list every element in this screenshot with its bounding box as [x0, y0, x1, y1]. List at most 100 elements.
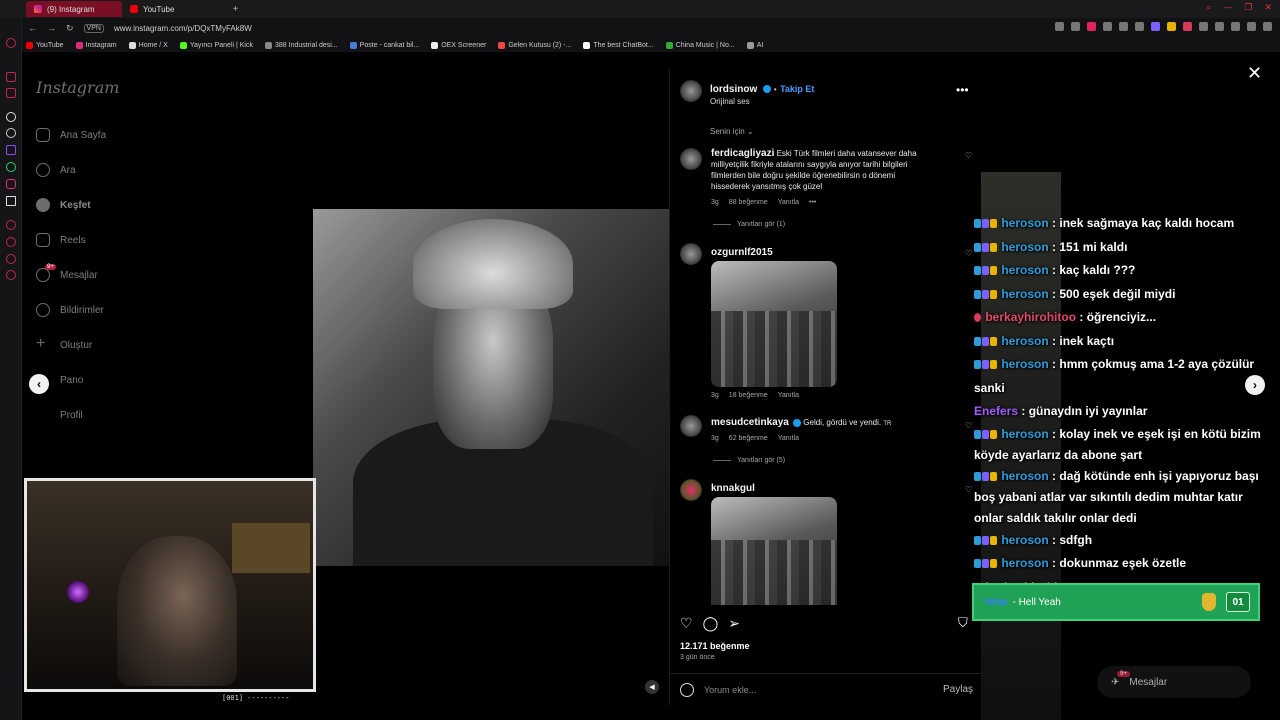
author-avatar[interactable] [680, 80, 702, 102]
whatsapp-icon[interactable] [6, 162, 16, 172]
reload-icon[interactable]: ↻ [66, 23, 74, 34]
comment-avatar[interactable] [680, 415, 702, 437]
bookmark-item[interactable]: Yayıncı Paneli | Kick [179, 41, 253, 49]
aria-icon[interactable] [6, 112, 16, 122]
comment-options-icon[interactable]: ••• [809, 199, 816, 206]
sort-dropdown[interactable]: Senin için ⌄ [710, 127, 754, 136]
extension-icon[interactable] [1087, 22, 1096, 31]
post-comment-button[interactable]: Paylaş [943, 684, 973, 695]
audio-label[interactable]: Orijinal ses [710, 97, 814, 106]
like-comment-icon[interactable]: ♡ [965, 421, 972, 430]
bookmark-item[interactable]: 388 Industrial desi... [265, 41, 338, 49]
comment-input[interactable] [704, 684, 943, 695]
chat-username[interactable]: Enefers [974, 404, 1018, 418]
tab-youtube[interactable]: YouTube [122, 1, 182, 17]
sidebar-item-messages[interactable]: 9+ Mesajlar [36, 264, 98, 282]
extension-icon[interactable] [1071, 22, 1080, 31]
download-icon[interactable] [1231, 22, 1240, 31]
comment-username[interactable]: mesudcetinkaya [711, 417, 789, 428]
view-replies[interactable]: Yanıtları gör (1) [713, 221, 785, 228]
comment-username[interactable]: knnakgul [711, 483, 755, 494]
extension-icon[interactable] [1103, 22, 1112, 31]
chat-username[interactable]: heroson [1001, 469, 1048, 483]
instagram-logo[interactable]: Instagram [36, 78, 119, 97]
chat-username[interactable]: heroson [1001, 287, 1048, 301]
extension-icon[interactable] [1215, 22, 1224, 31]
save-icon[interactable]: ⛉ [958, 615, 968, 631]
close-window-icon[interactable]: ✕ [1264, 2, 1272, 13]
extension-icon[interactable] [1151, 22, 1160, 31]
share-icon[interactable]: ➢ [728, 615, 740, 632]
extension-icon[interactable] [1119, 22, 1128, 31]
sidebar-app-icon[interactable] [6, 38, 16, 48]
search-tabs-icon[interactable]: ⌕ [1206, 2, 1211, 13]
sidebar-item-notifications[interactable]: Bildirimler [36, 303, 104, 317]
like-icon[interactable]: ♡ [680, 615, 693, 632]
easy-setup-icon[interactable] [1247, 22, 1256, 31]
new-tab-button[interactable]: + [232, 4, 238, 15]
emoji-icon[interactable] [680, 682, 694, 697]
vpn-badge[interactable]: VPN [83, 23, 104, 33]
clock-icon[interactable] [6, 237, 16, 247]
extension-icon[interactable] [1183, 22, 1192, 31]
comment-icon[interactable]: ◯ [703, 615, 719, 632]
bookmark-item[interactable]: Gelen Kutusu (2) -... [498, 41, 571, 49]
sidebar-app-icon[interactable] [6, 88, 16, 98]
bookmark-item[interactable]: Home / X [128, 41, 168, 49]
chat-username[interactable]: berkayhirohitoo [985, 310, 1076, 324]
sidebar-item-create[interactable]: + Oluştur [36, 336, 92, 352]
comment-username[interactable]: ozgurnlf2015 [711, 247, 773, 258]
extension-icon[interactable] [1135, 22, 1144, 31]
bookmark-item[interactable]: OEX Screener [431, 41, 486, 49]
settings-icon[interactable] [6, 270, 16, 280]
chat-username[interactable]: heroson [1001, 334, 1048, 348]
chat-username[interactable]: heroson [1001, 556, 1048, 570]
follow-button[interactable]: Takip Et [780, 84, 814, 94]
like-comment-icon[interactable]: ♡ [965, 151, 972, 160]
tab-instagram[interactable]: (9) Instagram [26, 1, 122, 17]
like-comment-icon[interactable]: ♡ [965, 485, 972, 494]
bookmark-item[interactable]: Instagram [75, 41, 117, 49]
close-modal-button[interactable]: ✕ [1247, 63, 1262, 84]
extension-icon[interactable] [1167, 22, 1176, 31]
previous-post-button[interactable]: ‹ [29, 374, 49, 394]
chatgpt-icon[interactable] [6, 128, 16, 138]
likes-count[interactable]: 12.171 beğenme [680, 641, 750, 651]
chat-username[interactable]: heroson [1001, 263, 1048, 277]
chat-username[interactable]: heroson [1001, 216, 1048, 230]
chat-username[interactable]: heroson [1001, 427, 1048, 441]
forward-icon[interactable]: → [47, 23, 56, 33]
extension-icon[interactable] [1199, 22, 1208, 31]
post-media[interactable] [313, 209, 669, 566]
bookmark-item[interactable]: YouTube [26, 41, 64, 49]
twitch-icon[interactable] [6, 145, 16, 155]
comment-avatar[interactable] [680, 243, 702, 265]
sidebar-item-explore[interactable]: Keşfet [36, 198, 91, 212]
menu-icon[interactable] [1263, 22, 1272, 31]
chat-username[interactable]: heroson [1001, 240, 1048, 254]
bookmark-folder[interactable]: AI [746, 41, 763, 49]
history-icon[interactable] [6, 220, 16, 230]
mute-icon[interactable]: ◀ [645, 680, 659, 694]
instagram-icon[interactable] [6, 179, 16, 189]
author-username[interactable]: lordsinow [710, 84, 757, 95]
sidebar-item-search[interactable]: Ara [36, 163, 76, 177]
bookmark-item[interactable]: The best ChatBot... [583, 41, 654, 49]
sidebar-app-icon[interactable] [6, 72, 16, 82]
view-replies[interactable]: Yanıtları gör (5) [713, 457, 785, 464]
chat-username[interactable]: heroson [1001, 533, 1048, 547]
comment-avatar[interactable] [680, 479, 702, 501]
bookmark-item[interactable]: Poste - cankat bil... [349, 41, 419, 49]
sidebar-item-home[interactable]: Ana Sayfa [36, 128, 106, 142]
more-options-icon[interactable]: ••• [956, 83, 969, 97]
sidebar-item-reels[interactable]: Reels [36, 233, 86, 247]
minimize-icon[interactable]: — [1223, 2, 1232, 13]
bookmark-item[interactable]: China Music | No... [665, 41, 735, 49]
comment-image[interactable] [711, 261, 837, 387]
like-comment-icon[interactable]: ♡ [965, 249, 972, 258]
back-icon[interactable]: ← [28, 23, 37, 33]
maximize-icon[interactable]: ❐ [1244, 2, 1252, 13]
sidebar-item-profile[interactable]: Profil [36, 408, 83, 422]
chat-username[interactable]: heroson [1001, 357, 1048, 371]
download-icon[interactable] [6, 254, 16, 264]
